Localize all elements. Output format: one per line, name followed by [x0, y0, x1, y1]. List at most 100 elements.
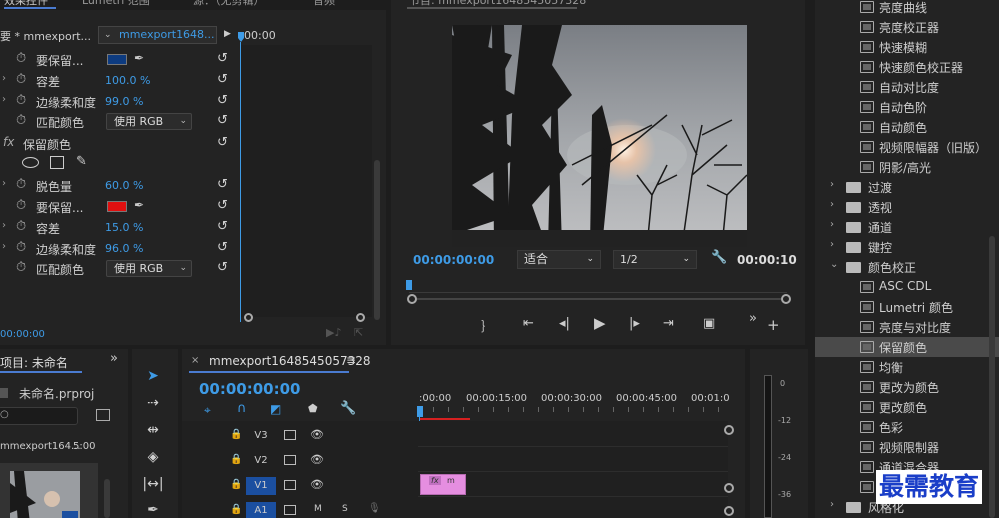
project-thumbnail[interactable]: [0, 463, 98, 518]
video-clip[interactable]: fx m: [420, 474, 466, 495]
tab-audio[interactable]: 音频: [313, 0, 335, 8]
stopwatch-icon[interactable]: ⏱: [16, 72, 26, 87]
wrench-icon[interactable]: 🔧: [711, 250, 727, 265]
reset-icon[interactable]: ↺: [217, 135, 228, 150]
monitor-scrub-left-handle[interactable]: [407, 294, 417, 304]
monitor-scrub-bar[interactable]: [417, 298, 781, 300]
monitor-scrubber-track[interactable]: [409, 292, 787, 293]
project-scrollbar[interactable]: [104, 479, 110, 518]
stopwatch-icon[interactable]: ⏱: [16, 240, 26, 255]
effect-folder[interactable]: ⌄ 颜色校正: [815, 257, 999, 277]
track-select-tool-icon[interactable]: ⇢: [142, 392, 164, 414]
video-frame[interactable]: [452, 25, 747, 247]
razor-tool-icon[interactable]: ◈: [142, 446, 164, 468]
export-icon[interactable]: ⇱: [354, 326, 363, 339]
stopwatch-icon[interactable]: ⏱: [16, 93, 26, 108]
timeline-timecode[interactable]: 00:00:00:00: [199, 380, 301, 398]
twirl-icon[interactable]: ›: [2, 241, 6, 252]
effect-item[interactable]: 保留颜色: [815, 337, 999, 357]
toggle-sync-icon[interactable]: [284, 480, 296, 490]
stopwatch-icon[interactable]: ⏱: [16, 177, 26, 192]
timeline-vscroll[interactable]: [724, 425, 734, 518]
timeline-settings-icon[interactable]: 🔧: [340, 401, 356, 416]
pen-tool-icon[interactable]: ✒: [142, 499, 164, 518]
effect-item[interactable]: 色彩: [815, 417, 999, 437]
stopwatch-icon[interactable]: ⏱: [16, 260, 26, 275]
step-back-icon[interactable]: ◂|: [559, 316, 570, 331]
stopwatch-icon[interactable]: ⏱: [16, 219, 26, 234]
project-panel-title[interactable]: 项目: 未命名: [0, 354, 68, 371]
param-value[interactable]: 99.0 %: [105, 95, 143, 108]
step-forward-icon[interactable]: |▸: [629, 316, 640, 331]
lock-icon[interactable]: 🔒: [230, 504, 242, 515]
effect-item[interactable]: 视频限幅器（旧版）: [815, 137, 999, 157]
play-icon[interactable]: ▶: [594, 314, 606, 332]
lock-icon[interactable]: 🔒: [230, 454, 242, 465]
twirl-icon[interactable]: ›: [2, 94, 6, 105]
effect-item[interactable]: 均衡: [815, 357, 999, 377]
stopwatch-icon[interactable]: ⏱: [16, 51, 26, 66]
more-controls-icon[interactable]: »: [749, 311, 757, 326]
stopwatch-icon[interactable]: ⏱: [16, 198, 26, 213]
monitor-playhead-icon[interactable]: [406, 280, 412, 290]
param-value[interactable]: 60.0 %: [105, 179, 143, 192]
toggle-sync-icon[interactable]: [284, 505, 296, 515]
fit-select[interactable]: 适合 ⌄: [517, 250, 601, 269]
add-button-icon[interactable]: +: [767, 316, 780, 334]
clip-dropdown[interactable]: ⌄ mmexport1648...: [98, 26, 217, 44]
sequence-menu-icon[interactable]: ≡: [346, 353, 356, 367]
playhead-timecode[interactable]: 00:00:00:00: [413, 253, 494, 267]
stopwatch-icon[interactable]: ⏱: [16, 113, 26, 128]
mark-in-icon[interactable]: ｝: [481, 316, 494, 335]
effect-item[interactable]: 快速颜色校正器: [815, 57, 999, 77]
linked-selection-icon[interactable]: ◩: [270, 402, 281, 416]
snap-icon[interactable]: ∩: [237, 401, 247, 416]
vertical-scrollbar[interactable]: [374, 160, 380, 320]
eye-icon[interactable]: 👁: [310, 478, 324, 491]
solo-button[interactable]: S: [342, 504, 348, 514]
reset-icon[interactable]: ↺: [217, 177, 228, 192]
clip-fx-badge[interactable]: fx: [429, 476, 441, 485]
effect-folder[interactable]: › 过渡: [815, 177, 999, 197]
reset-icon[interactable]: ↺: [217, 113, 228, 128]
timeline-playhead-icon[interactable]: [417, 406, 423, 417]
microphone-icon[interactable]: 🎙: [368, 503, 381, 514]
fx-icon[interactable]: fx: [3, 135, 14, 149]
tab-lumetri-scopes[interactable]: Lumetri 范围: [82, 0, 150, 8]
zoom-handle-right[interactable]: [356, 313, 365, 322]
chevron-down-icon[interactable]: ⌄: [830, 259, 838, 270]
param-value[interactable]: 15.0 %: [105, 221, 143, 234]
match-colors-select[interactable]: 使用 RGB ⌄: [106, 260, 192, 277]
reset-icon[interactable]: ↺: [217, 219, 228, 234]
mini-timeline[interactable]: [240, 45, 372, 317]
chevron-right-icon[interactable]: ›: [830, 179, 834, 190]
effect-item[interactable]: 自动颜色: [815, 117, 999, 137]
effect-item[interactable]: 亮度与对比度: [815, 317, 999, 337]
monitor-scrub-right-handle[interactable]: [781, 294, 791, 304]
chevron-right-icon[interactable]: ›: [830, 499, 834, 510]
track-name[interactable]: V3: [246, 427, 276, 445]
search-input[interactable]: ○: [0, 407, 78, 425]
resolution-select[interactable]: 1/2 ⌄: [613, 250, 697, 269]
effect-folder[interactable]: › 通道: [815, 217, 999, 237]
vscroll-handle-top[interactable]: [724, 425, 734, 435]
param-value[interactable]: 96.0 %: [105, 242, 143, 255]
mute-button[interactable]: M: [314, 504, 322, 514]
reset-icon[interactable]: ↺: [217, 72, 228, 87]
effect-item[interactable]: 亮度校正器: [815, 17, 999, 37]
effect-item[interactable]: 阴影/高光: [815, 157, 999, 177]
twirl-icon[interactable]: ›: [2, 73, 6, 84]
match-colors-select[interactable]: 使用 RGB ⌄: [106, 113, 192, 130]
selection-tool-icon[interactable]: ➤: [142, 365, 164, 387]
zoom-scrollbar[interactable]: [244, 312, 372, 322]
chevron-right-icon[interactable]: ›: [830, 199, 834, 210]
track-name[interactable]: V2: [246, 452, 276, 470]
vscroll-handle-bottom[interactable]: [724, 506, 734, 516]
reset-icon[interactable]: ↺: [217, 198, 228, 213]
export-frame-icon[interactable]: ▣: [703, 316, 715, 331]
chevron-right-icon[interactable]: ›: [830, 239, 834, 250]
audio-only-icon[interactable]: ▶♪: [326, 326, 341, 339]
effect-header-leave-color[interactable]: fx 保留颜色 ↺: [0, 133, 240, 154]
reset-icon[interactable]: ↺: [217, 260, 228, 275]
effect-item[interactable]: 亮度曲线: [815, 0, 999, 17]
